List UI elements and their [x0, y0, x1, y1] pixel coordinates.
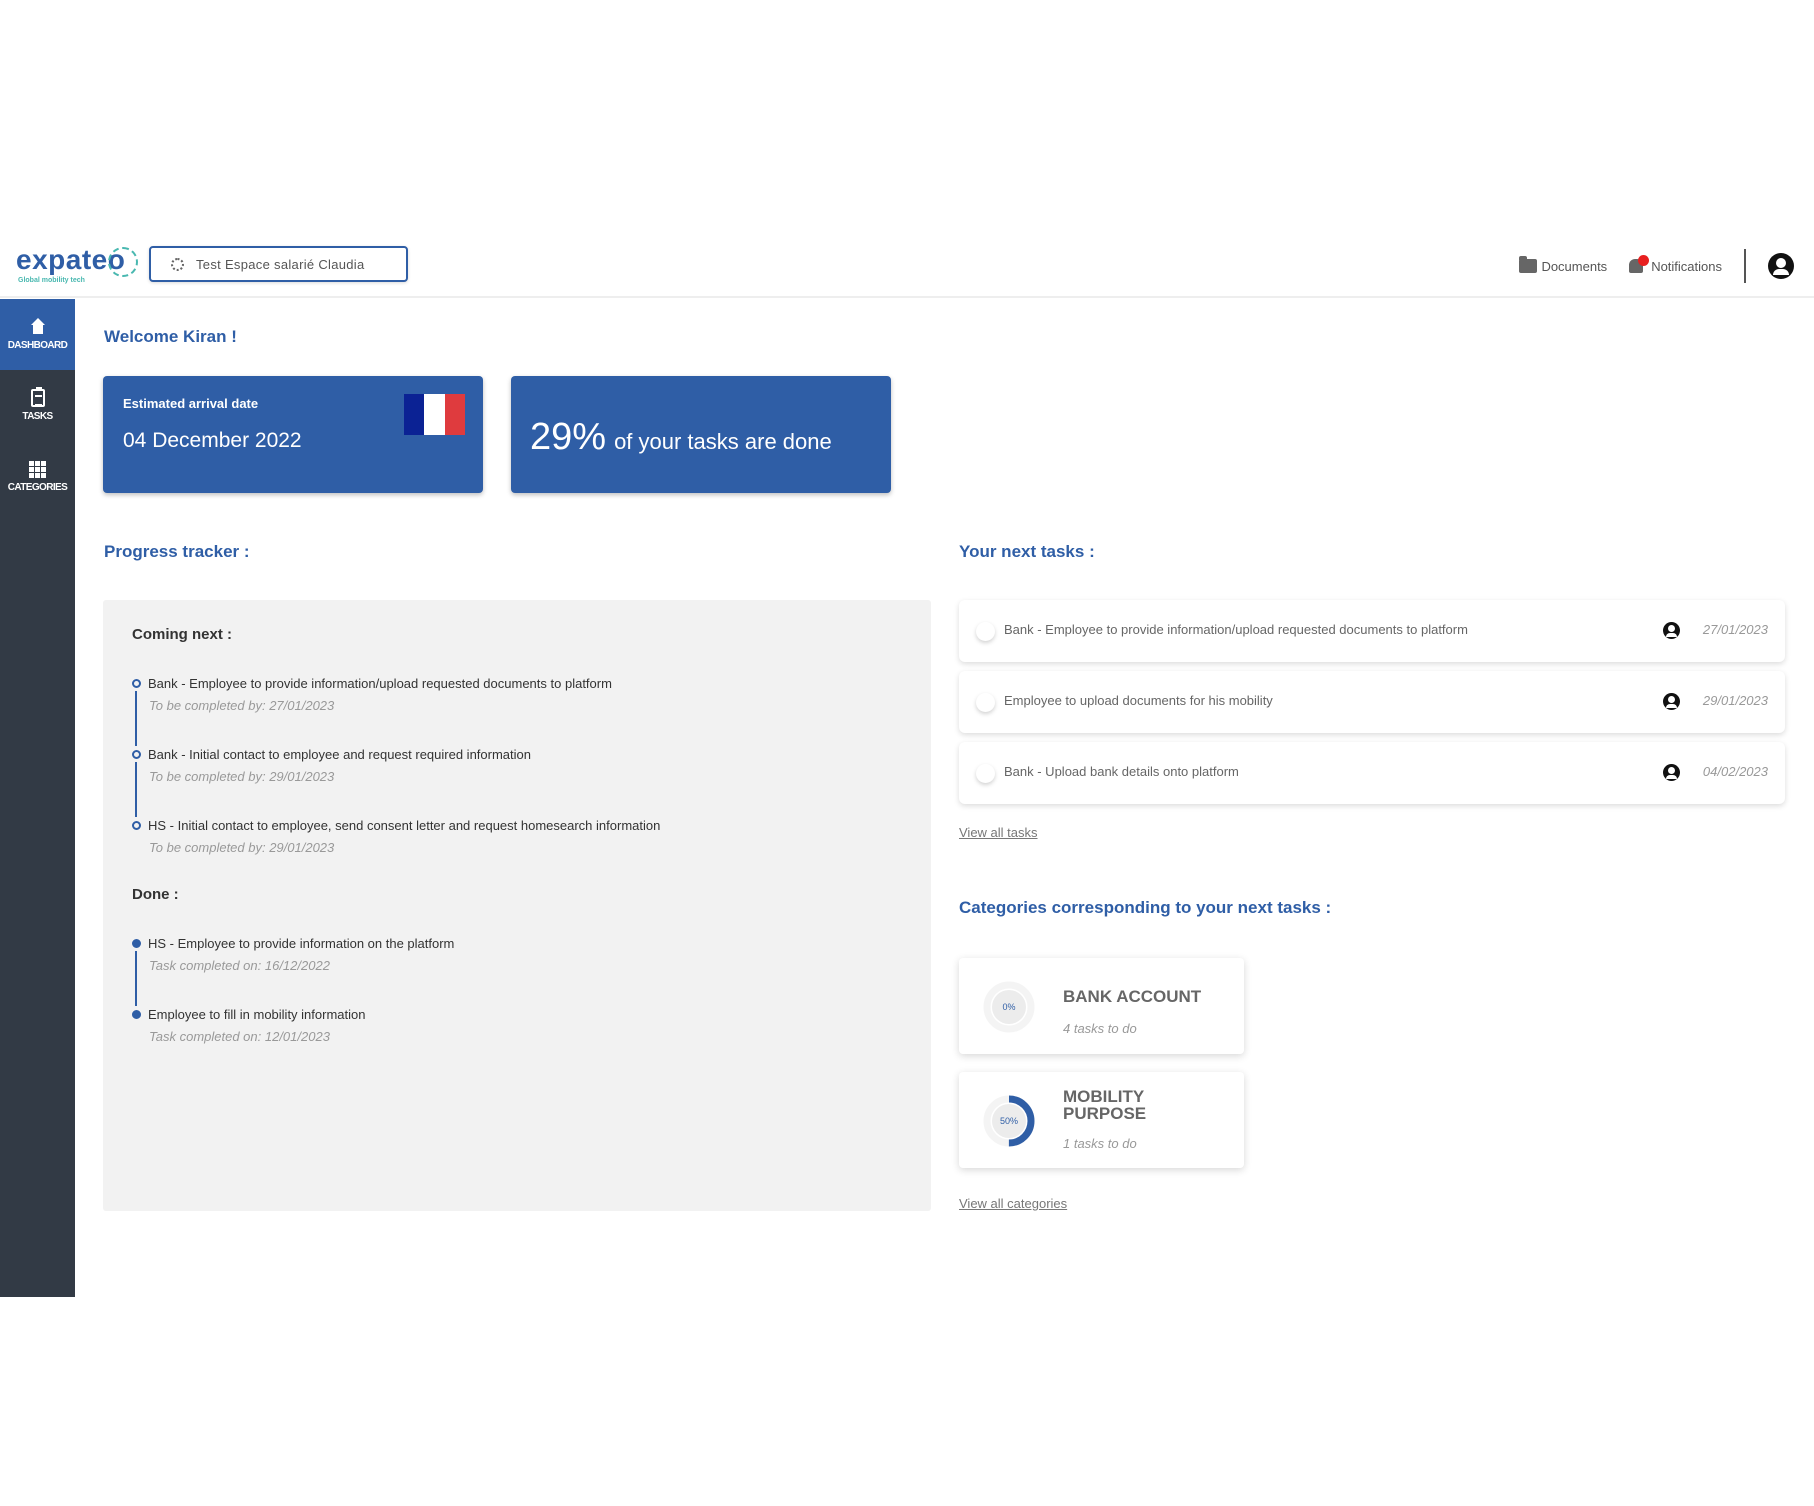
task-due-date: 29/01/2023: [1702, 693, 1768, 708]
timeline-connector: [135, 951, 137, 1006]
timeline-item-title: Bank - Employee to provide information/u…: [148, 676, 612, 691]
switch-space-label: Test Espace salarié Claudia: [196, 256, 365, 272]
flag-stripe: [424, 394, 445, 435]
view-all-tasks-link[interactable]: View all tasks: [959, 825, 1038, 840]
sidebar-item-dashboard[interactable]: DASHBOARD: [0, 299, 75, 370]
task-card[interactable]: Bank - Employee to provide information/u…: [959, 600, 1785, 662]
task-text: Bank - Upload bank details onto platform: [1004, 764, 1239, 779]
timeline-connector: [135, 762, 137, 817]
progress-text: of your tasks are done: [614, 429, 832, 454]
top-header: expateo Global mobility tech Test Espace…: [0, 236, 1814, 298]
notification-badge: [1638, 255, 1650, 266]
notifications-label: Notifications: [1651, 258, 1722, 274]
refresh-icon: [171, 257, 184, 271]
timeline-item-due: To be completed by: 29/01/2023: [149, 840, 335, 855]
assignee-user-icon: [1663, 622, 1680, 639]
task-card[interactable]: Employee to upload documents for his mob…: [959, 671, 1785, 733]
task-card[interactable]: Bank - Upload bank details onto platform…: [959, 742, 1785, 804]
timeline-item-completed: Task completed on: 12/01/2023: [149, 1029, 330, 1044]
flag-stripe: [444, 394, 465, 435]
timeline-connector: [135, 691, 137, 746]
france-flag-icon: [404, 394, 465, 435]
pending-dot-icon: [132, 821, 141, 830]
category-percent: 50%: [999, 1116, 1018, 1126]
sidebar-item-label: DASHBOARD: [7, 340, 68, 351]
category-card-mobility-purpose[interactable]: 50% MOBILITY PURPOSE 1 tasks to do: [959, 1072, 1244, 1168]
timeline-item-due: To be completed by: 27/01/2023: [149, 698, 335, 713]
view-all-categories-link[interactable]: View all categories: [959, 1196, 1067, 1211]
task-text: Employee to upload documents for his mob…: [1004, 693, 1273, 708]
categories-title: Categories corresponding to your next ta…: [959, 898, 1332, 917]
completed-dot-icon: [132, 1010, 141, 1019]
progress-tracker-panel: Coming next : Bank - Employee to provide…: [103, 600, 931, 1211]
category-progress-ring: 50%: [983, 1095, 1035, 1147]
progress-percent: 29%: [530, 416, 607, 458]
sidebar-item-tasks[interactable]: TASKS: [0, 370, 75, 441]
clipboard-icon: [30, 387, 45, 407]
documents-label: Documents: [1541, 258, 1608, 274]
timeline-item-title: HS - Employee to provide information on …: [148, 936, 455, 951]
next-tasks-title: Your next tasks :: [959, 542, 1095, 561]
logo-tagline: Global mobility tech: [18, 277, 85, 284]
header-divider: [1744, 249, 1746, 283]
timeline-item-title: Bank - Initial contact to employee and r…: [148, 747, 531, 762]
flag-stripe: [404, 394, 425, 435]
sidebar-item-label: TASKS: [22, 411, 53, 422]
category-tasks-to-do: 4 tasks to do: [1063, 1021, 1137, 1036]
task-due-date: 27/01/2023: [1702, 622, 1768, 637]
pending-dot-icon: [132, 750, 141, 759]
arrival-date-value: 04 December 2022: [123, 429, 302, 452]
timeline-item-title: HS - Initial contact to employee, send c…: [148, 818, 661, 833]
task-complete-radio[interactable]: [976, 693, 995, 712]
progress-tracker-title: Progress tracker :: [104, 542, 250, 561]
documents-link[interactable]: Documents: [1519, 256, 1608, 274]
sidebar-item-categories[interactable]: CATEGORIES: [0, 441, 75, 512]
arrival-date-label: Estimated arrival date: [123, 396, 259, 411]
completed-dot-icon: [132, 939, 141, 948]
coming-next-heading: Coming next :: [132, 626, 232, 643]
category-name: MOBILITY PURPOSE: [1063, 1087, 1147, 1123]
home-icon: [29, 318, 47, 336]
notification-icon: [1629, 255, 1650, 275]
timeline-item-completed: Task completed on: 16/12/2022: [149, 958, 330, 973]
progress-summary: 29% of your tasks are done: [530, 416, 832, 459]
page: expateo Global mobility tech Test Espace…: [0, 0, 1814, 1506]
done-heading: Done :: [132, 886, 179, 903]
expateo-logo[interactable]: expateo Global mobility tech: [16, 244, 138, 288]
timeline-item-title: Employee to fill in mobility information: [148, 1007, 366, 1022]
task-due-date: 04/02/2023: [1702, 764, 1768, 779]
task-text: Bank - Employee to provide information/u…: [1004, 622, 1468, 637]
sidebar: DASHBOARD TASKS CATEGORIES: [0, 299, 75, 1297]
category-progress-ring: 0%: [983, 981, 1035, 1033]
category-name: BANK ACCOUNT: [1063, 987, 1202, 1006]
header-actions: Documents Notifications: [1519, 248, 1794, 284]
pending-dot-icon: [132, 679, 141, 688]
category-percent: 0%: [1002, 1002, 1016, 1012]
welcome-heading: Welcome Kiran !: [104, 327, 237, 346]
category-card-bank-account[interactable]: 0% BANK ACCOUNT 4 tasks to do: [959, 958, 1244, 1054]
switch-space-button[interactable]: Test Espace salarié Claudia: [149, 246, 408, 282]
task-complete-radio[interactable]: [976, 622, 995, 641]
task-complete-radio[interactable]: [976, 764, 995, 783]
grid-icon: [29, 460, 46, 478]
assignee-user-icon: [1663, 693, 1680, 710]
category-tasks-to-do: 1 tasks to do: [1063, 1136, 1137, 1151]
folder-icon: [1519, 256, 1538, 273]
logo-ring-icon: [108, 247, 138, 277]
sidebar-item-label: CATEGORIES: [7, 481, 68, 493]
notifications-link[interactable]: Notifications: [1629, 255, 1722, 275]
tasks-progress-card: 29% of your tasks are done: [511, 376, 891, 493]
user-account-icon[interactable]: [1768, 253, 1794, 279]
assignee-user-icon: [1663, 764, 1680, 781]
timeline-item-due: To be completed by: 29/01/2023: [149, 769, 335, 784]
arrival-date-card: Estimated arrival date 04 December 2022: [103, 376, 483, 493]
